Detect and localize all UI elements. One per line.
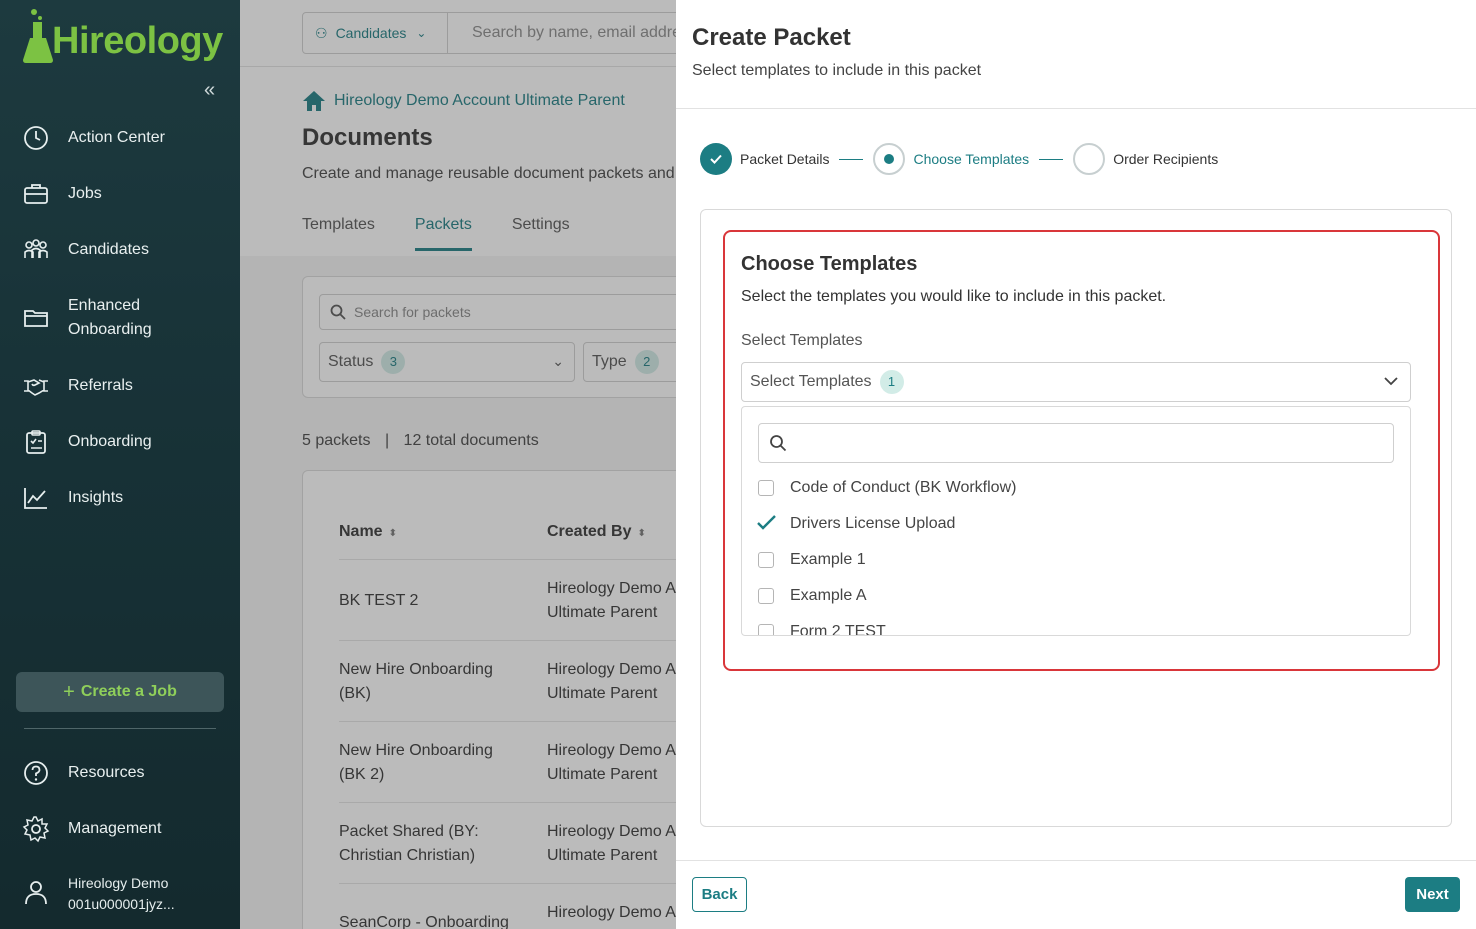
option-form-2-test[interactable]: Form 2 TEST	[758, 620, 886, 636]
step-order-recipients: Order Recipients	[1113, 151, 1219, 167]
checkbox[interactable]	[758, 480, 774, 496]
select-templates-dropdown[interactable]: Select Templates 1	[741, 362, 1411, 402]
chevron-down-icon	[1384, 377, 1398, 386]
option-label: Example 1	[790, 551, 866, 568]
option-label: Drivers License Upload	[790, 515, 956, 532]
nav-label: Insights	[68, 489, 124, 506]
sidebar-divider	[24, 728, 216, 729]
question-icon	[24, 761, 48, 785]
nav-item-resources[interactable]: Resources	[0, 759, 240, 787]
step-complete-check-icon[interactable]	[700, 143, 732, 175]
people-icon	[24, 239, 48, 258]
user-icon	[25, 881, 47, 905]
plus-icon: +	[63, 680, 75, 703]
check-icon	[757, 515, 776, 530]
selected-count-badge: 1	[879, 370, 904, 394]
option-drivers-license-upload[interactable]: Drivers License Upload	[757, 512, 956, 536]
hireology-logo[interactable]: Hireology	[20, 8, 223, 64]
nav-item-candidates[interactable]: Candidates	[0, 236, 240, 264]
step-current-indicator	[873, 143, 906, 175]
next-button[interactable]: Next	[1405, 877, 1460, 912]
double-chevron-left-icon[interactable]: «	[204, 80, 224, 100]
briefcase-icon	[24, 184, 48, 204]
option-label: Code of Conduct (BK Workflow)	[790, 479, 1017, 496]
template-search-input[interactable]	[758, 423, 1394, 463]
modal-backdrop[interactable]	[240, 0, 676, 929]
nav-label: Onboarding	[68, 433, 152, 450]
create-job-label: Create a Job	[80, 683, 177, 700]
nav-label: Candidates	[68, 241, 149, 258]
nav-item-referrals[interactable]: Referrals	[0, 372, 240, 400]
clock-icon	[24, 126, 48, 150]
nav-item-action-center[interactable]: Action Center	[0, 124, 240, 152]
nav-label: Action Center	[68, 129, 165, 146]
drawer-title: Create Packet	[692, 24, 851, 51]
step-connector	[839, 158, 864, 160]
nav-label-line2: Onboarding	[68, 321, 152, 338]
nav-item-jobs[interactable]: Jobs	[0, 180, 240, 208]
checkbox[interactable]	[758, 624, 774, 635]
drawer-header-divider	[676, 108, 1476, 109]
checkbox-checked[interactable]	[757, 515, 776, 532]
nav-item-insights[interactable]: Insights	[0, 484, 240, 512]
drawer-subtitle: Select templates to include in this pack…	[692, 62, 982, 79]
user-account[interactable]: Hireology Demo 001u000001jyz...	[68, 873, 175, 915]
user-name: Hireology Demo	[68, 875, 169, 891]
option-example-a[interactable]: Example A	[758, 584, 866, 608]
chart-icon	[24, 488, 47, 509]
select-templates-value: Select Templates	[750, 373, 872, 390]
checkbox[interactable]	[758, 588, 774, 604]
templates-option-list: Code of Conduct (BK Workflow) Drivers Li…	[741, 406, 1411, 636]
sidebar: Hireology « Action Center Jobs Candidate…	[0, 0, 240, 929]
create-job-button[interactable]: + Create a Job	[16, 672, 224, 712]
gear-icon	[22, 816, 50, 843]
nav-label: Resources	[68, 764, 145, 781]
option-example-1[interactable]: Example 1	[758, 548, 866, 572]
option-label: Form 2 TEST	[790, 623, 886, 636]
handshake-icon	[24, 379, 48, 396]
clipboard-icon	[26, 430, 46, 454]
step-packet-details[interactable]: Packet Details	[740, 151, 829, 167]
checkbox[interactable]	[758, 552, 774, 568]
flask-logo-icon	[23, 9, 53, 63]
nav-label: Management	[68, 820, 162, 837]
nav-label: Referrals	[68, 377, 133, 394]
brand-name: Hireology	[52, 20, 223, 62]
option-code-of-conduct[interactable]: Code of Conduct (BK Workflow)	[758, 476, 1016, 500]
stepper: Packet Details Choose Templates Order Re…	[700, 142, 1218, 176]
folder-icon	[24, 310, 48, 327]
nav-item-enhanced-onboarding[interactable]: Enhanced Onboarding	[0, 294, 240, 342]
search-icon	[770, 435, 787, 452]
nav-label: Enhanced	[68, 297, 141, 314]
nav-label: Jobs	[68, 185, 102, 202]
nav-item-management[interactable]: Management	[0, 815, 240, 843]
step-connector	[1039, 158, 1064, 160]
user-id: 001u000001jyz...	[68, 896, 175, 912]
option-label: Example A	[790, 587, 867, 604]
nav-item-onboarding[interactable]: Onboarding	[0, 428, 240, 456]
back-button[interactable]: Back	[692, 877, 747, 912]
step-choose-templates: Choose Templates	[913, 151, 1030, 167]
step-pending-indicator	[1073, 143, 1106, 175]
